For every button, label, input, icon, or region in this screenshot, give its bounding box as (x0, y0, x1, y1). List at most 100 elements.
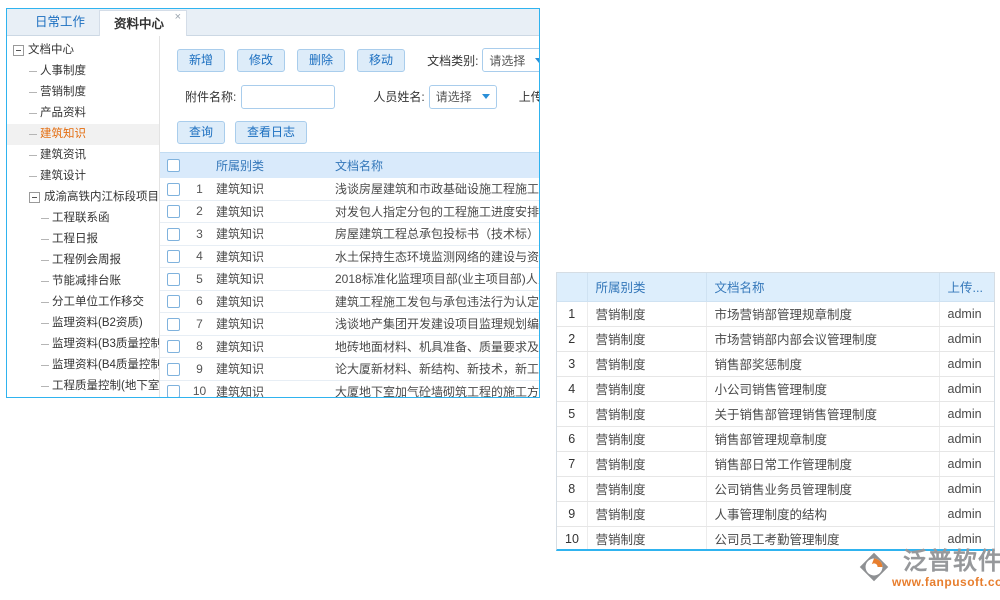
tree-item-contact-letter[interactable]: 工程联系函 (7, 208, 159, 229)
row-doc-name: 小公司销售管理制度 (706, 376, 939, 401)
brand-name: 泛普软件 (903, 549, 1000, 575)
close-icon[interactable]: × (175, 12, 181, 23)
table-row[interactable]: 3 营销制度 销售部奖惩制度 admin (557, 351, 994, 376)
row-checkbox[interactable] (167, 250, 180, 263)
tree-item-building-news[interactable]: 建筑资讯 (7, 145, 159, 166)
tree-item-marketing-policy[interactable]: 营销制度 (7, 82, 159, 103)
table-row[interactable]: 4 建筑知识 水土保持生态环境监测网络的建设与资... (160, 245, 539, 268)
chevron-down-icon (535, 58, 539, 63)
attachment-name-input[interactable] (241, 85, 335, 109)
row-index: 5 (557, 401, 587, 426)
row-checkbox[interactable] (167, 295, 180, 308)
tree-item-quality-basement[interactable]: 工程质量控制(地下室) (7, 376, 159, 397)
row-checkbox[interactable] (167, 340, 180, 353)
table-row[interactable]: 9 建筑知识 论大厦新材料、新结构、新技术，新工... (160, 358, 539, 381)
tree-connector (41, 281, 49, 282)
table-row[interactable]: 7 建筑知识 浅谈地产集团开发建设项目监理规划编... (160, 313, 539, 336)
tree-item-weekly-report[interactable]: 工程例会周报 (7, 250, 159, 271)
table-row[interactable]: 8 营销制度 公司销售业务员管理制度 admin (557, 476, 994, 501)
row-doc-name: 浅谈地产集团开发建设项目监理规划编... (331, 313, 539, 336)
tree-item-document-center[interactable]: 文档中心 (7, 40, 159, 61)
row-category: 建筑知识 (212, 268, 331, 291)
row-index: 4 (187, 245, 212, 268)
row-checkbox[interactable] (167, 363, 180, 376)
row-index: 10 (557, 526, 587, 551)
tree-connector (29, 176, 37, 177)
table-row[interactable]: 10 建筑知识 大厦地下室加气砼墙砌筑工程的施工方... (160, 380, 539, 397)
collapse-icon[interactable] (13, 45, 24, 56)
row-checkbox[interactable] (167, 205, 180, 218)
tree-item-product-data[interactable]: 产品资料 (7, 103, 159, 124)
table-row[interactable]: 4 营销制度 小公司销售管理制度 admin (557, 376, 994, 401)
row-doc-name: 销售部日常工作管理制度 (706, 451, 939, 476)
row-checkbox[interactable] (167, 228, 180, 241)
tree-connector (41, 386, 49, 387)
tree-item-energy-ledger[interactable]: 节能减排台账 (7, 271, 159, 292)
row-category: 建筑知识 (212, 223, 331, 246)
row-uploader: admin (939, 326, 994, 351)
tree-item-daily-report[interactable]: 工程日报 (7, 229, 159, 250)
toolbar-row: 新增 修改 删除 移动 文档类别: 请选择 文档 (160, 42, 539, 78)
table-row[interactable]: 1 营销制度 市场营销部管理规章制度 admin (557, 301, 994, 326)
table-row[interactable]: 8 建筑知识 地砖地面材料、机具准备、质量要求及... (160, 335, 539, 358)
move-button[interactable]: 移动 (357, 49, 405, 72)
table-row[interactable]: 1 建筑知识 浅谈房屋建筑和市政基础设施工程施工... (160, 178, 539, 201)
collapse-icon[interactable] (29, 192, 40, 203)
person-name-select[interactable]: 请选择 (429, 85, 497, 109)
table-row[interactable]: 6 营销制度 销售部管理规章制度 admin (557, 426, 994, 451)
row-index: 3 (557, 351, 587, 376)
tab-bar: 日常工作 资料中心 × (7, 9, 539, 36)
tree-item-building-knowledge[interactable]: 建筑知识 (7, 124, 159, 145)
tab-daily-work[interactable]: 日常工作 (21, 9, 99, 35)
row-uploader: admin (939, 451, 994, 476)
doc-category-select[interactable]: 请选择 (482, 48, 539, 72)
table-row[interactable]: 7 营销制度 销售部日常工作管理制度 admin (557, 451, 994, 476)
delete-button[interactable]: 删除 (297, 49, 345, 72)
row-checkbox[interactable] (167, 273, 180, 286)
tree-item-label: 监理资料(B3质量控制) (52, 334, 159, 355)
table-row[interactable]: 5 建筑知识 2018标准化监理项目部(业主项目部)人员... (160, 268, 539, 291)
table-row[interactable]: 3 建筑知识 房屋建筑工程总承包投标书（技术标）... (160, 223, 539, 246)
select-all-checkbox[interactable] (167, 159, 180, 172)
tab-data-center[interactable]: 资料中心 × (99, 10, 187, 36)
row-uploader: admin (939, 351, 994, 376)
row-checkbox[interactable] (167, 385, 180, 397)
row-index: 7 (187, 313, 212, 336)
row-category: 营销制度 (587, 376, 706, 401)
document-list-pane: 新增 修改 删除 移动 文档类别: 请选择 文档 附件名称: 人员姓名: (160, 36, 539, 397)
tree-item-building-design[interactable]: 建筑设计 (7, 166, 159, 187)
view-log-button[interactable]: 查看日志 (235, 121, 307, 144)
row-doc-name: 销售部管理规章制度 (706, 426, 939, 451)
row-doc-name: 地砖地面材料、机具准备、质量要求及... (331, 335, 539, 358)
tree-item-supervision-b2[interactable]: 监理资料(B2资质) (7, 313, 159, 334)
tree-item-work-transfer[interactable]: 分工单位工作移交 (7, 292, 159, 313)
row-index: 9 (187, 358, 212, 381)
modify-button[interactable]: 修改 (237, 49, 285, 72)
row-doc-name: 浅谈房屋建筑和市政基础设施工程施工... (331, 178, 539, 201)
tree-item-supervision-b4[interactable]: 监理资料(B4质量控制) (7, 355, 159, 376)
clipped-label-bottom: 上传日期 (519, 88, 539, 105)
doc-category-value: 请选择 (489, 52, 525, 69)
add-button[interactable]: 新增 (177, 49, 225, 72)
table-header-row: 所属别类 文档名称 (160, 153, 539, 178)
table-row[interactable]: 2 营销制度 市场营销部内部会议管理制度 admin (557, 326, 994, 351)
row-category: 营销制度 (587, 476, 706, 501)
query-button[interactable]: 查询 (177, 121, 225, 144)
table-row[interactable]: 6 建筑知识 建筑工程施工发包与承包违法行为认定... (160, 290, 539, 313)
row-doc-name: 市场营销部管理规章制度 (706, 301, 939, 326)
row-doc-name: 销售部奖惩制度 (706, 351, 939, 376)
row-category: 建筑知识 (212, 290, 331, 313)
row-checkbox[interactable] (167, 183, 180, 196)
table-row[interactable]: 5 营销制度 关于销售部管理销售管理制度 admin (557, 401, 994, 426)
row-category: 营销制度 (587, 401, 706, 426)
tree-item-hr-policy[interactable]: 人事制度 (7, 61, 159, 82)
tree-item-supervision-b3[interactable]: 监理资料(B3质量控制) (7, 334, 159, 355)
tree-item-railway-project[interactable]: 成渝高铁内江标段项目 (7, 187, 159, 208)
table-row[interactable]: 2 建筑知识 对发包人指定分包的工程施工进度安排... (160, 200, 539, 223)
row-index: 3 (187, 223, 212, 246)
table-row[interactable]: 9 营销制度 人事管理制度的结构 admin (557, 501, 994, 526)
row-doc-name: 2018标准化监理项目部(业主项目部)人员... (331, 268, 539, 291)
tree-connector (41, 344, 49, 345)
tree-item-label: 工程质量控制(地下室) (52, 376, 159, 397)
row-checkbox[interactable] (167, 318, 180, 331)
